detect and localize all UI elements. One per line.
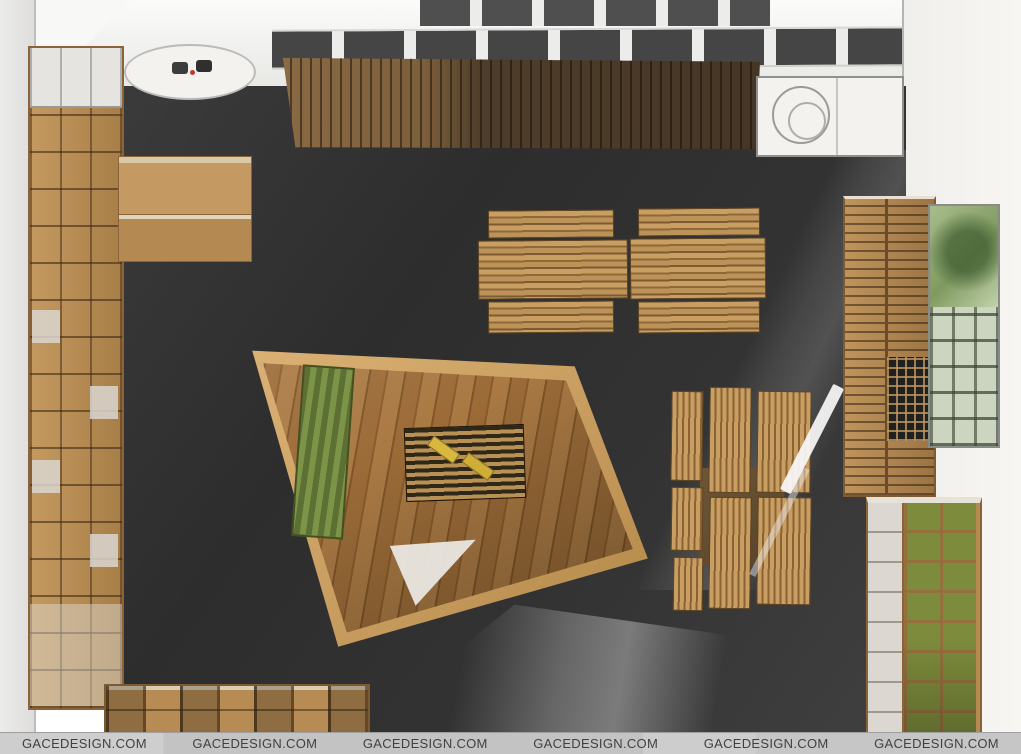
- wood-shelf-right: [843, 196, 936, 497]
- slatted-mat: [404, 424, 527, 502]
- watermark-text: GACEDESIGN.COM: [874, 736, 999, 751]
- cube-shelving-bottom: [104, 684, 370, 738]
- fixture-item-icon: [196, 60, 212, 72]
- appliance-divider: [836, 78, 838, 155]
- shelf-light-cell: [32, 310, 60, 343]
- wall-art-thumbnail-grid: [930, 307, 998, 446]
- shelf-light-cell: [32, 460, 60, 493]
- shelf-divider: [885, 199, 888, 495]
- yellow-tool-icon: [427, 435, 460, 464]
- slat-bench: [671, 487, 704, 551]
- slatted-table-bench: [488, 209, 614, 238]
- round-ceiling-fixture: [124, 44, 256, 100]
- shelf-light-cell: [90, 534, 118, 567]
- appliance-box: [756, 76, 904, 157]
- watermark-text: GACEDESIGN.COM: [192, 736, 317, 751]
- slat-bench: [708, 497, 752, 610]
- l-desk-upper-slab: [118, 156, 252, 216]
- shelf-light-cell: [90, 386, 118, 419]
- slatted-table: [478, 239, 629, 299]
- green-cube-shelf-bottom-right: [866, 497, 982, 745]
- shelf-left-white-section: [30, 48, 122, 108]
- slatted-wood-ceiling-panel: [280, 56, 760, 151]
- slatted-table-bench: [488, 300, 614, 333]
- slat-bench: [708, 387, 751, 494]
- cube-shelving-left-wall: [28, 46, 124, 710]
- yellow-tool-icon: [462, 452, 495, 481]
- fixture-red-dot-icon: [190, 70, 195, 75]
- watermark-text: GACEDESIGN.COM: [22, 736, 147, 751]
- render-stage: GACEDESIGN.COM GACEDESIGN.COM GACEDESIGN…: [0, 0, 1021, 754]
- shelf-dark-grid-section: [887, 357, 932, 441]
- slat-bench: [670, 391, 703, 481]
- wall-art-painting: [930, 206, 998, 307]
- wall-art-green: [928, 204, 1000, 448]
- watermark-bar: GACEDESIGN.COM GACEDESIGN.COM GACEDESIGN…: [0, 732, 1021, 754]
- l-desk-lower-slab: [118, 214, 252, 262]
- slatted-table: [630, 237, 767, 299]
- slatted-table-bench: [638, 300, 760, 333]
- slatted-table-bench: [638, 207, 760, 236]
- watermark-text: GACEDESIGN.COM: [363, 736, 488, 751]
- watermark-text: GACEDESIGN.COM: [704, 736, 829, 751]
- skylight-row-back: [420, 0, 770, 26]
- shelf-green-cells: [904, 503, 976, 743]
- central-angular-wood-platform: [235, 338, 665, 653]
- watermark-text: GACEDESIGN.COM: [533, 736, 658, 751]
- shelf-white-column: [868, 503, 904, 743]
- fixture-item-icon: [172, 62, 188, 74]
- appliance-inner-circle-icon: [788, 102, 826, 140]
- slat-bench: [673, 557, 704, 611]
